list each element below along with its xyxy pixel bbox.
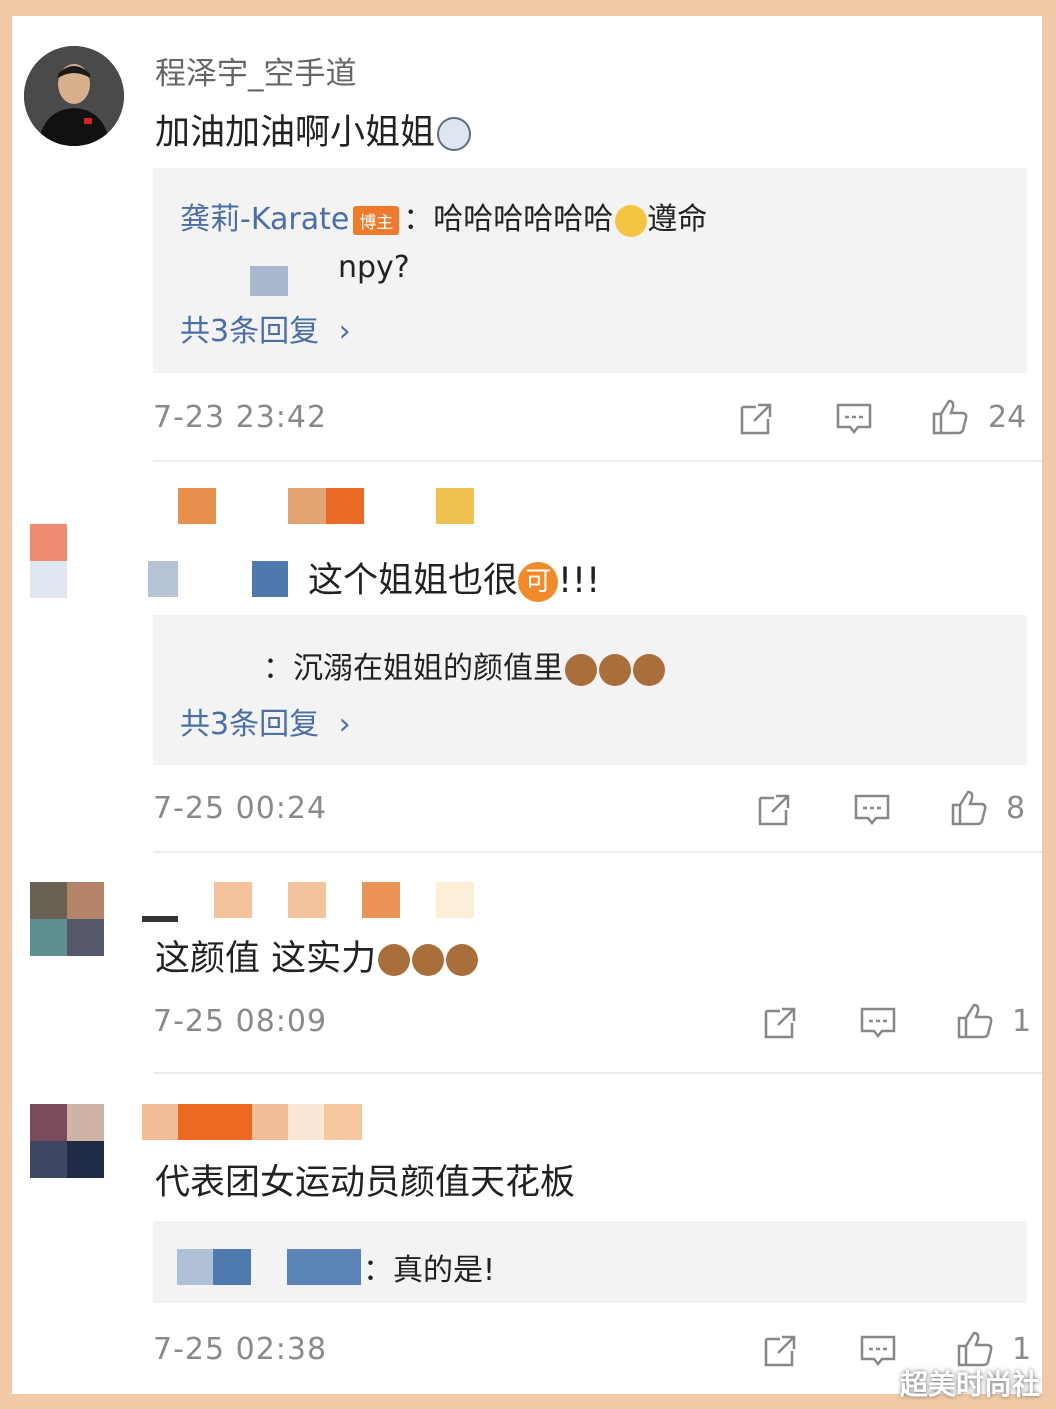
- see-no-evil-monkey-icon: [446, 944, 479, 976]
- see-no-evil-monkey-icon: [378, 944, 411, 976]
- chevron-right-icon: ›: [338, 707, 351, 742]
- blurred-username: [177, 1249, 213, 1285]
- comment-text: 这颜值 这实力: [155, 930, 479, 981]
- divider: [153, 460, 1042, 462]
- more-replies-label: 共3条回复: [180, 707, 320, 742]
- more-replies-link[interactable]: 共3条回复 ›: [180, 306, 351, 350]
- blurred-username: [287, 1249, 361, 1285]
- reply-text: npy?: [338, 250, 410, 285]
- avatar[interactable]: [30, 882, 104, 956]
- comment-body: 这颜值 这实力: [155, 939, 377, 979]
- avatar-pixel: [30, 524, 67, 561]
- comment-suffix: !!!: [558, 561, 601, 601]
- divider: [153, 851, 1042, 853]
- reply-box: ：沉溺在姐姐的颜值里 共3条回复 ›: [153, 615, 1027, 765]
- like-count: 1: [1012, 1332, 1032, 1367]
- avatar-pixel: [67, 561, 104, 598]
- monkey-emoji-icon: [633, 653, 665, 686]
- user-photo: [24, 46, 124, 146]
- like-icon[interactable]: [955, 1001, 995, 1041]
- avatar[interactable]: [30, 1104, 104, 1178]
- like-count: 1: [1012, 1004, 1032, 1039]
- blur-block: [252, 1104, 288, 1140]
- blur-block: [288, 882, 326, 918]
- blur-block: [324, 1104, 362, 1140]
- comment-text: 这个姐姐也很可!!!: [308, 552, 600, 603]
- share-icon[interactable]: [760, 1003, 800, 1043]
- username[interactable]: 程泽宇_空手道: [155, 48, 357, 93]
- reply-box: 龚莉-Karate 博主 ：哈哈哈哈哈哈 遵命 npy? 共3条回复 ›: [153, 168, 1027, 373]
- timestamp: 7-25 08:09: [153, 1004, 328, 1039]
- reply-author[interactable]: 龚莉-Karate: [180, 202, 349, 237]
- reply-box: ：真的是!: [153, 1221, 1027, 1303]
- avatar-pixel: [67, 1104, 104, 1141]
- avatar[interactable]: [30, 524, 104, 598]
- like-icon[interactable]: [949, 788, 989, 828]
- blur-block: [142, 916, 178, 922]
- avatar-pixel: [67, 1141, 104, 1178]
- like-count: 24: [988, 400, 1027, 435]
- blur-block: [148, 561, 178, 597]
- blur-block: [178, 1104, 252, 1140]
- share-icon[interactable]: [736, 399, 776, 439]
- timestamp: 7-23 23:42: [153, 400, 328, 435]
- blur-block: [178, 488, 216, 524]
- comment-body: 这个姐姐也很: [308, 561, 519, 601]
- avatar-pixel: [67, 919, 104, 956]
- blur-block: [436, 882, 474, 918]
- reply-text: ：沉溺在姐姐的颜值里: [263, 651, 563, 686]
- comment-icon[interactable]: [834, 399, 874, 439]
- avatar-pixel: [30, 1141, 67, 1178]
- reply-text: ：真的是!: [363, 1253, 496, 1288]
- avatar-pixel: [67, 524, 104, 561]
- avatar-pixel: [67, 882, 104, 919]
- blur-block: [362, 882, 400, 918]
- blurred-username: [250, 266, 288, 296]
- avatar-pixel: [30, 1104, 67, 1141]
- monkey-emoji-icon: [599, 653, 631, 686]
- avatar-pixel: [30, 882, 67, 919]
- ke-badge-icon: 可: [518, 562, 559, 602]
- blur-block: [252, 561, 288, 597]
- avatar[interactable]: [24, 46, 124, 146]
- blur-block: [288, 1104, 324, 1140]
- monkey-emoji-icon: [565, 653, 597, 686]
- chevron-right-icon: ›: [338, 314, 351, 349]
- timestamp: 7-25 02:38: [153, 1332, 328, 1367]
- reply-text: ：哈哈哈哈哈哈: [403, 202, 614, 237]
- like-count: 8: [1006, 791, 1026, 826]
- blur-block: [326, 488, 364, 524]
- blur-block: [436, 488, 474, 524]
- reply-line: 龚莉-Karate 博主 ：哈哈哈哈哈哈 遵命: [180, 194, 707, 238]
- more-replies-link[interactable]: 共3条回复 ›: [180, 699, 351, 743]
- like-icon[interactable]: [930, 397, 970, 437]
- blurred-username: [213, 1249, 251, 1285]
- comment-feed: 程泽宇_空手道 加油加油啊小姐姐 龚莉-Karate 博主 ：哈哈哈哈哈哈 遵命 np…: [12, 16, 1042, 1394]
- share-icon[interactable]: [754, 790, 794, 830]
- blur-block: [142, 1104, 178, 1140]
- comment-text: 加油加油啊小姐姐: [155, 104, 472, 155]
- blur-block: [214, 882, 252, 918]
- timestamp: 7-25 00:24: [153, 791, 328, 826]
- cute-face-emoji-icon: [615, 204, 648, 237]
- see-no-evil-monkey-icon: [412, 944, 445, 976]
- share-icon[interactable]: [760, 1331, 800, 1371]
- blur-block: [288, 488, 326, 524]
- comment-icon[interactable]: [858, 1003, 898, 1043]
- comment-text: 代表团女运动员颜值天花板: [155, 1163, 576, 1203]
- comment-icon[interactable]: [852, 790, 892, 830]
- comment-icon[interactable]: [858, 1331, 898, 1371]
- reply-line: ：沉溺在姐姐的颜值里: [263, 643, 665, 687]
- more-replies-label: 共3条回复: [180, 314, 320, 349]
- panda-emoji-icon: [437, 117, 472, 151]
- reply-suffix: 遵命: [647, 202, 708, 237]
- reply-line: ：真的是!: [363, 1245, 495, 1289]
- watermark: 超美时尚社: [899, 1368, 1040, 1401]
- author-badge: 博主: [353, 206, 400, 235]
- divider: [153, 1072, 1042, 1074]
- comment-body: 加油加油啊小姐姐: [155, 113, 436, 153]
- avatar-pixel: [30, 561, 67, 598]
- reply-line: npy?: [338, 250, 410, 285]
- avatar-pixel: [30, 919, 67, 956]
